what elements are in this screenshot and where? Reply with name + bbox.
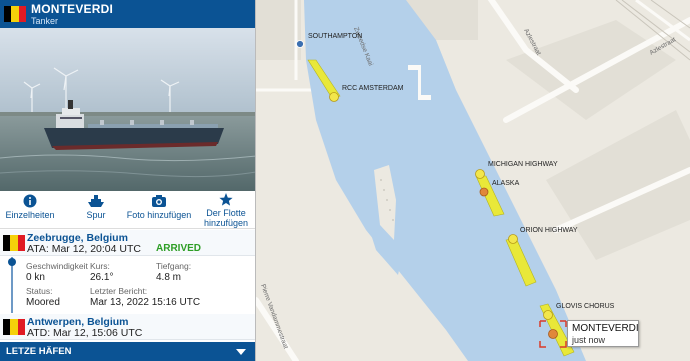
tooltip-vessel-name: MONTEVERDI: [572, 323, 639, 334]
last-ports-toggle[interactable]: LETZE HÄFEN: [0, 342, 255, 361]
speed-label: Geschwindigkeit: [26, 261, 88, 271]
vessel-label-southampton[interactable]: SOUTHAMPTON: [308, 33, 362, 40]
vessel-marker-michigan-highway[interactable]: [475, 169, 485, 179]
vessel-label-alaska[interactable]: ALASKA: [492, 180, 520, 187]
add-to-fleet-label-1: Der Flotte: [206, 208, 246, 218]
vessel-type: Tanker: [31, 16, 59, 26]
vessel-marker-glovis-chorus[interactable]: [543, 310, 553, 320]
add-to-fleet-button[interactable]: Der Flotte hinzufügen: [198, 193, 254, 228]
course-label: Kurs:: [90, 261, 110, 271]
vessel-info-panel: MONTEVERDI Tanker Einzelheiten Spur Foto…: [0, 0, 256, 361]
camera-icon: [152, 195, 166, 207]
add-photo-button[interactable]: Foto hinzufügen: [125, 194, 193, 220]
map-view[interactable]: Zweedse Kaai Azlestraat Azlestraat Pierr…: [256, 0, 690, 361]
vessel-header: MONTEVERDI Tanker: [0, 0, 255, 28]
last-ports-label: LETZE HÄFEN: [6, 346, 72, 357]
action-bar: Einzelheiten Spur Foto hinzufügen Der Fl…: [0, 191, 255, 229]
vessel-name: MONTEVERDI: [31, 2, 114, 16]
voyage-details: Geschwindigkeit 0 kn Kurs: 26.1° Tiefgan…: [0, 257, 255, 313]
belgium-flag-icon: [4, 6, 26, 22]
info-icon: [23, 194, 37, 208]
status-value: Moored: [26, 297, 60, 308]
vessel-tooltip[interactable]: MONTEVERDI just now: [567, 320, 639, 347]
track-button[interactable]: Spur: [74, 194, 118, 220]
arrival-port-row[interactable]: Zeebrugge, Belgium ATA: Mar 12, 20:04 UT…: [0, 230, 255, 256]
vessel-marker-rcc-amsterdam[interactable]: [329, 92, 339, 102]
ship-icon: [88, 195, 104, 207]
add-photo-label: Foto hinzufügen: [126, 210, 192, 220]
vessel-marker-southampton[interactable]: [296, 40, 304, 48]
draught-value: 4.8 m: [156, 272, 182, 283]
voyage-progress-dot: [8, 258, 16, 266]
star-icon: [219, 193, 233, 206]
course-value: 26.1°: [90, 272, 114, 283]
speed-value: 0 kn: [26, 272, 45, 283]
details-button[interactable]: Einzelheiten: [4, 194, 56, 220]
details-label: Einzelheiten: [5, 210, 55, 220]
draught-label: Tiefgang:: [156, 261, 192, 271]
last-report-label: Letzter Bericht:: [90, 286, 148, 296]
arrival-status-badge: ARRIVED: [156, 243, 202, 254]
vessel-label-orion-highway[interactable]: ORION HIGHWAY: [520, 227, 578, 234]
vessel-marker-orion-highway[interactable]: [508, 234, 518, 244]
tooltip-last-seen: just now: [572, 335, 606, 345]
arrival-time: ATA: Mar 12, 20:04 UTC: [27, 243, 141, 255]
belgium-flag-icon: [3, 235, 25, 251]
status-label: Status:: [26, 286, 53, 296]
vessel-label-rcc-amsterdam[interactable]: RCC AMSTERDAM: [342, 85, 404, 92]
vessel-photo[interactable]: [0, 28, 255, 191]
track-label: Spur: [86, 210, 106, 220]
departure-port-row[interactable]: Antwerpen, Belgium ATD: Mar 12, 15:06 UT…: [0, 314, 255, 340]
departure-time: ATD: Mar 12, 15:06 UTC: [27, 327, 143, 339]
chevron-down-icon: [236, 349, 246, 355]
vessel-marker-alaska[interactable]: [479, 187, 489, 197]
last-report-value: Mar 13, 2022 15:16 UTC: [90, 297, 201, 308]
vessel-label-glovis-chorus[interactable]: GLOVIS CHORUS: [556, 303, 615, 310]
map-canvas[interactable]: Zweedse Kaai Azlestraat Azlestraat Pierr…: [256, 0, 690, 361]
add-to-fleet-label-2: hinzufügen: [203, 218, 249, 228]
belgium-flag-icon: [3, 319, 25, 335]
vessel-label-michigan-highway[interactable]: MICHIGAN HIGHWAY: [488, 161, 558, 168]
